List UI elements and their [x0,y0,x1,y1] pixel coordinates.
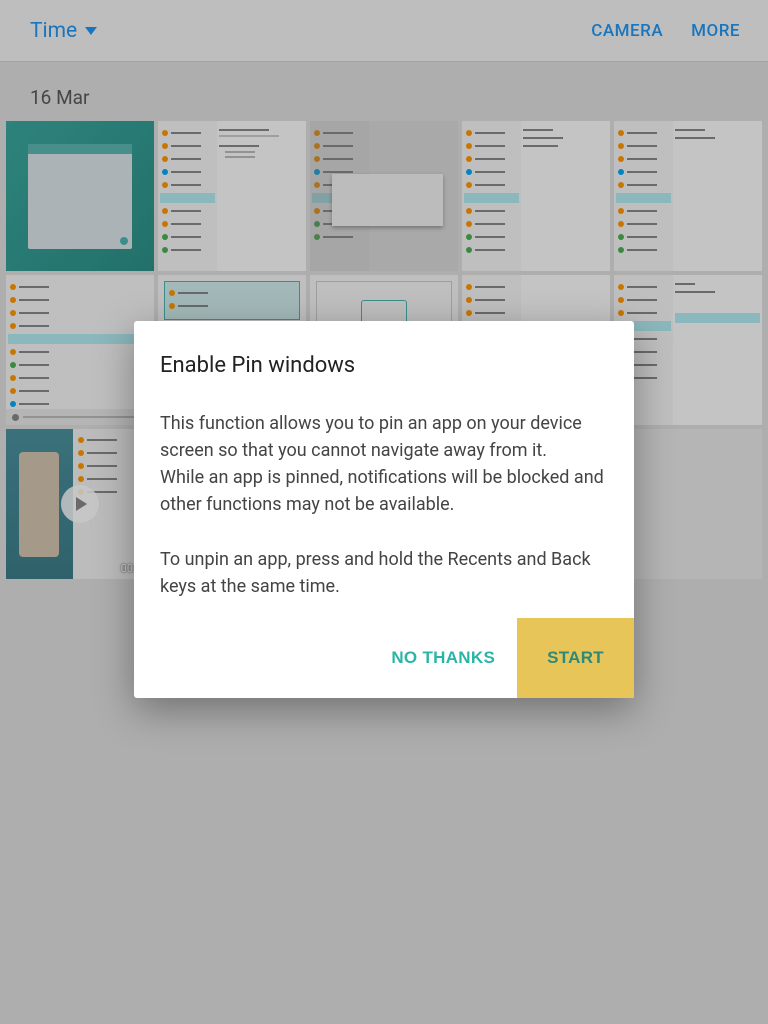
pin-windows-dialog: Enable Pin windows This function allows … [134,321,634,698]
dialog-title: Enable Pin windows [160,353,608,378]
modal-overlay: Enable Pin windows This function allows … [0,0,768,1024]
dialog-paragraph: To unpin an app, press and hold the Rece… [160,546,608,600]
start-button[interactable]: START [517,618,634,698]
dialog-body: This function allows you to pin an app o… [160,410,608,600]
no-thanks-button[interactable]: NO THANKS [369,618,517,698]
dialog-paragraph: This function allows you to pin an app o… [160,410,608,518]
dialog-actions: NO THANKS START [134,618,634,698]
